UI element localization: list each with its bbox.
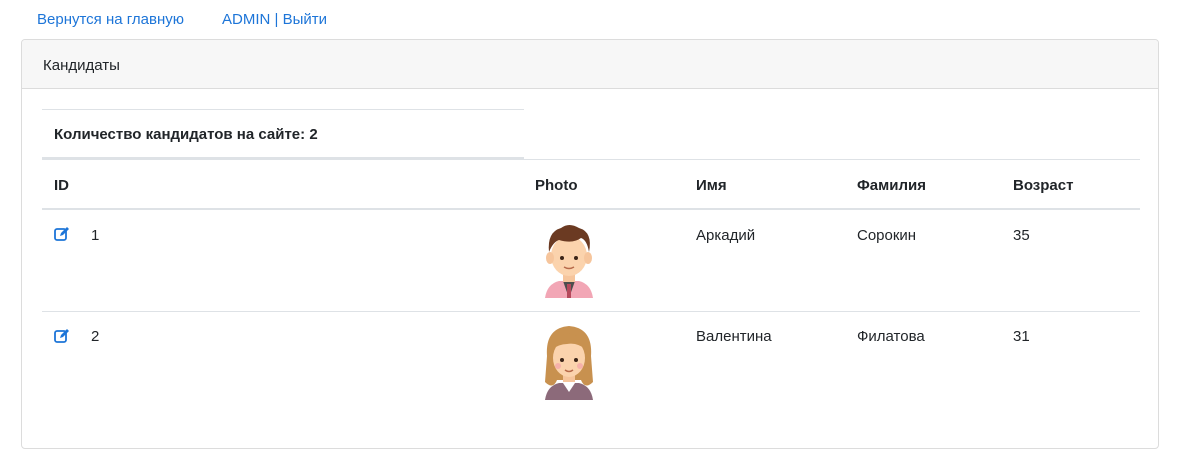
- row-last-name: Сорокин: [857, 227, 917, 244]
- row-divider: [42, 311, 1140, 312]
- header-age: Возраст: [1013, 177, 1074, 194]
- row-last-name: Филатова: [857, 328, 925, 345]
- row-id: 1: [91, 227, 100, 244]
- candidate-count-text: Количество кандидатов на сайте: 2: [54, 126, 318, 143]
- female-avatar: [545, 326, 593, 400]
- card-title: Кандидаты: [43, 57, 120, 74]
- header-id: ID: [54, 177, 69, 194]
- row-id: 2: [91, 328, 100, 345]
- card-header: Кандидаты: [22, 40, 1158, 89]
- row-age: 35: [1013, 227, 1030, 244]
- table-top-border: [42, 159, 1140, 160]
- header-last-name: Фамилия: [857, 177, 926, 194]
- row-first-name: Валентина: [696, 328, 772, 345]
- row-age: 31: [1013, 328, 1030, 345]
- candidates-card: Кандидаты Количество кандидатов на сайте…: [21, 39, 1159, 449]
- logout-link[interactable]: ADMIN | Выйти: [222, 11, 327, 28]
- header-first-name: Имя: [696, 177, 727, 194]
- edit-pencil-icon[interactable]: [53, 225, 71, 243]
- row-first-name: Аркадий: [696, 227, 756, 244]
- home-link[interactable]: Вернутся на главную: [37, 11, 184, 28]
- edit-pencil-icon[interactable]: [53, 327, 71, 345]
- header-photo: Photo: [535, 177, 578, 194]
- table-header-border: [42, 208, 1140, 210]
- candidate-count-row: Количество кандидатов на сайте: 2: [42, 109, 524, 159]
- top-navigation: Вернутся на главную ADMIN | Выйти: [0, 0, 1180, 40]
- male-avatar: [545, 225, 593, 298]
